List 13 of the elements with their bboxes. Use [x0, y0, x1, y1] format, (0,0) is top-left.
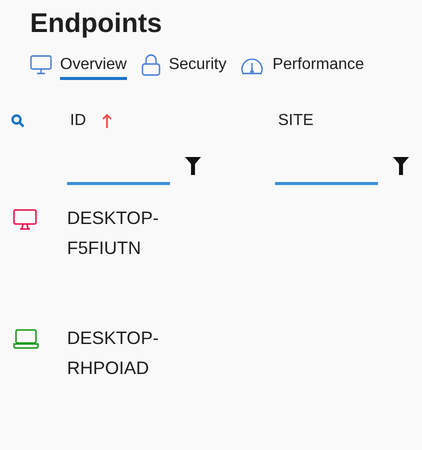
column-header[interactable]: ID	[70, 112, 86, 130]
search-icon[interactable]	[11, 114, 25, 128]
column-header[interactable]: SITE	[278, 112, 314, 130]
lock-icon	[140, 54, 161, 76]
tab[interactable]: Security	[140, 50, 226, 84]
filter-icon[interactable]	[393, 157, 409, 175]
table-cell-text: DESKTOP-F5FIUTN	[67, 207, 160, 260]
filter-icon[interactable]	[185, 157, 201, 175]
table-cell-text: DESKTOP-RHPOIAD	[67, 327, 160, 380]
tab[interactable]: Overview	[30, 50, 127, 84]
monitor-icon	[30, 55, 52, 75]
page-title: Endpoints	[30, 7, 163, 40]
tab[interactable]: Performance	[240, 50, 364, 84]
